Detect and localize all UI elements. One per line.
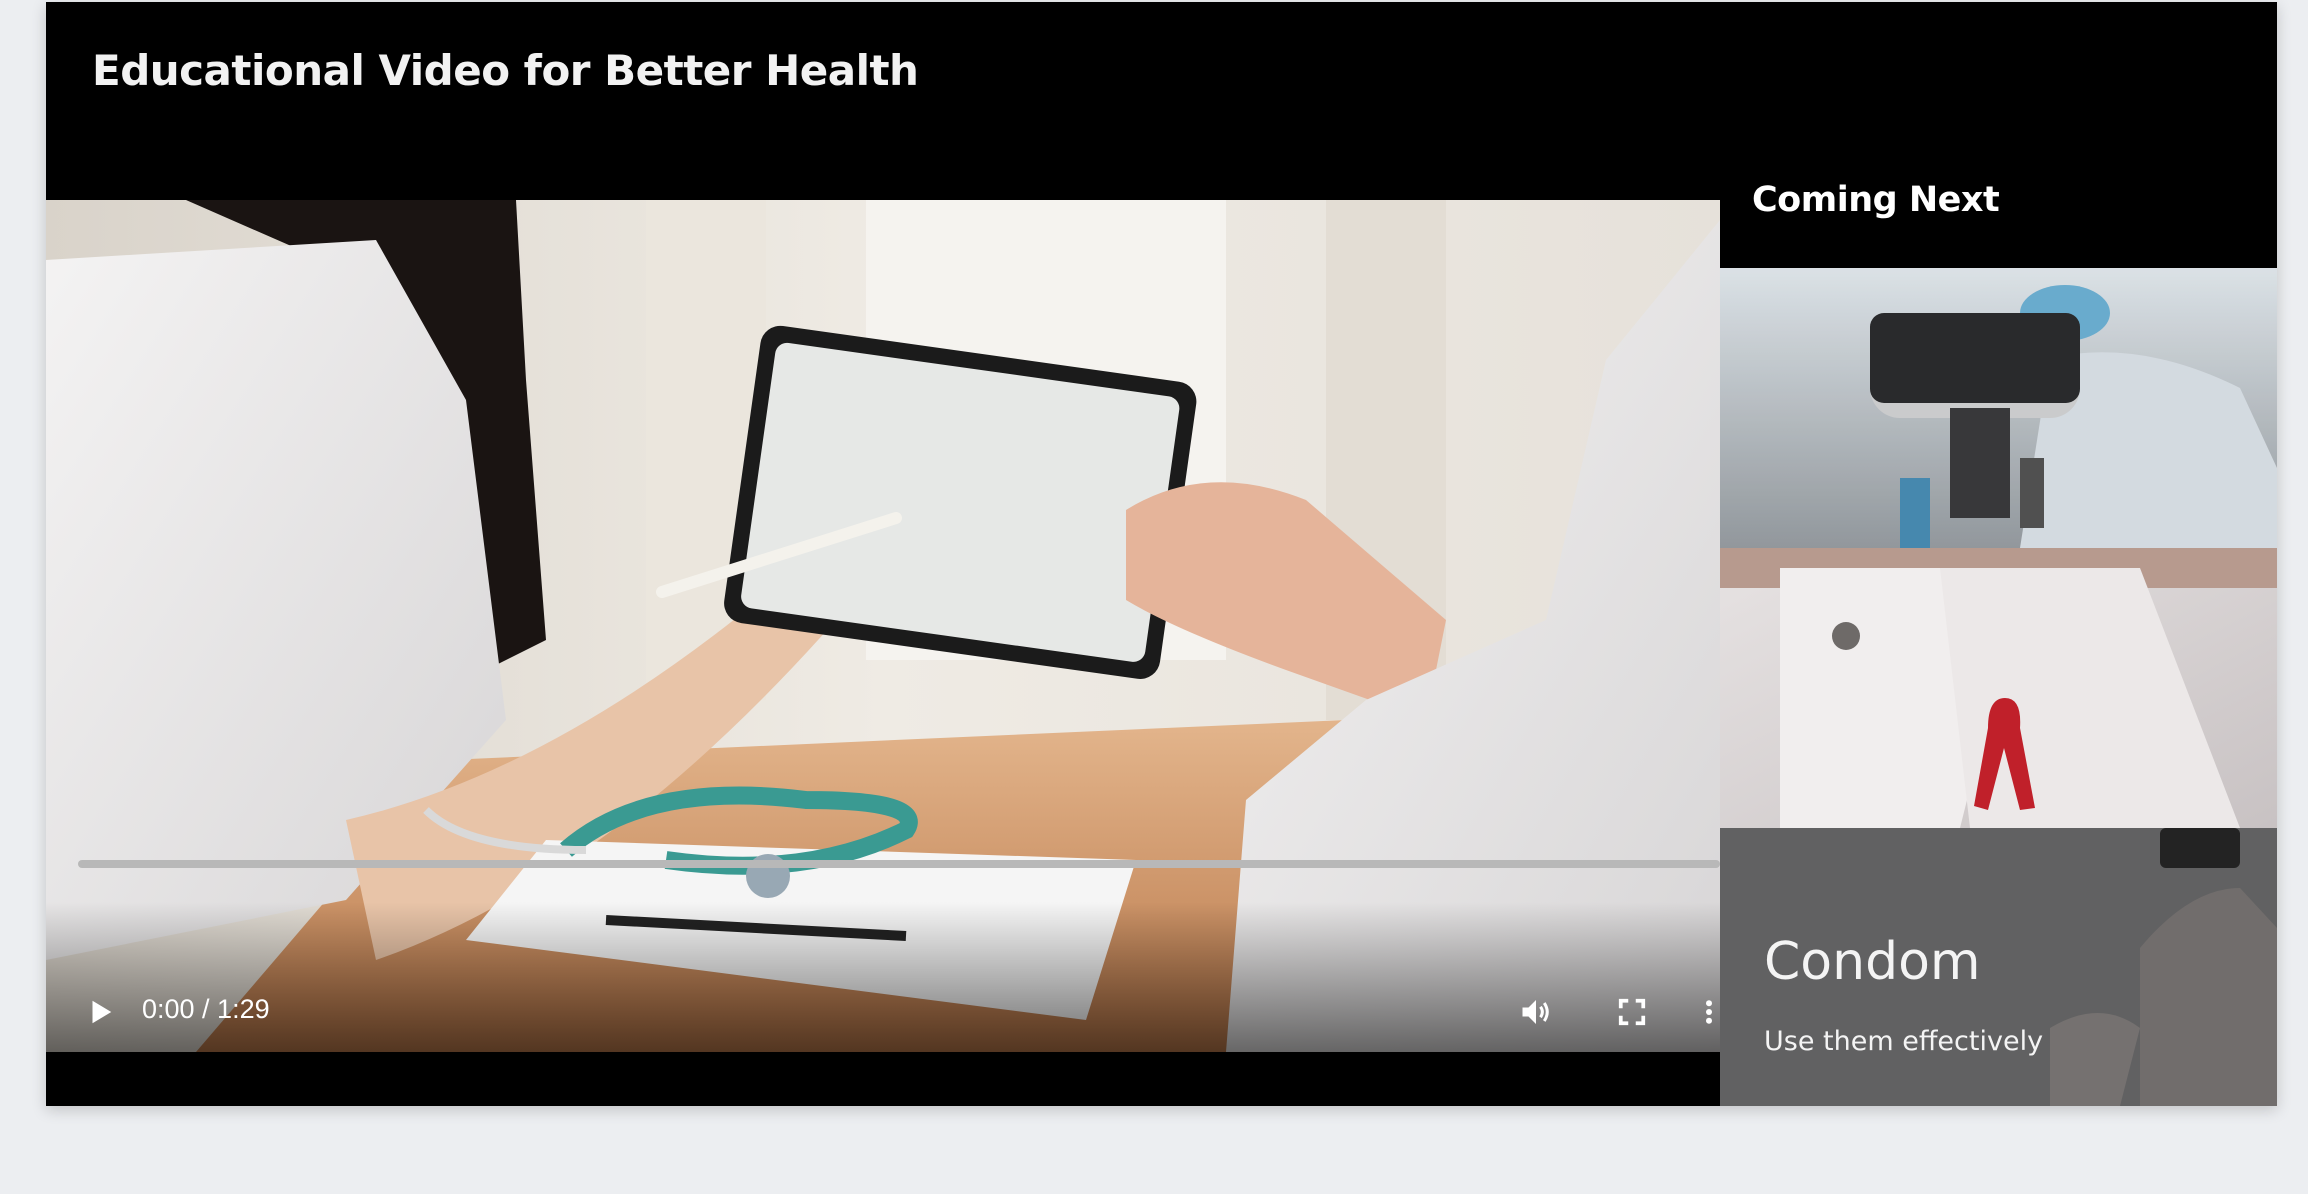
controls-overlay [46, 902, 1720, 1052]
next-video-thumbnail-3[interactable]: Condom Use them effectively [1720, 828, 2277, 1106]
next-video-thumbnail-1[interactable] [1720, 268, 2277, 548]
fullscreen-button[interactable] [1608, 988, 1656, 1036]
next-video-subtitle: Use them effectively [1764, 1026, 2044, 1057]
time-display: 0:00 / 1:29 [142, 994, 270, 1024]
red-ribbon-shirt-image [1720, 548, 2277, 828]
progress-bar[interactable] [78, 860, 1720, 868]
page-title: Educational Video for Better Health [92, 46, 919, 95]
play-button[interactable] [76, 988, 124, 1036]
next-video-thumbnail-2[interactable] [1720, 548, 2277, 828]
scientist-microscope-image [1720, 268, 2277, 548]
volume-icon [1522, 1000, 1549, 1024]
more-vertical-icon [1706, 1000, 1712, 1024]
fullscreen-icon [1618, 998, 1646, 1026]
coming-next-sidebar: Coming Next Condom Use them effectively [1720, 152, 2277, 1106]
coming-next-heading: Coming Next [1752, 180, 2000, 220]
play-icon [92, 1000, 112, 1024]
next-video-title: Condom [1764, 932, 1981, 992]
video-player[interactable]: 0:00 / 1:29 [46, 200, 1720, 1052]
more-options-button[interactable] [1698, 988, 1720, 1036]
volume-button[interactable] [1510, 988, 1562, 1036]
video-card: Educational Video for Better Health 0:00… [46, 2, 2277, 1106]
